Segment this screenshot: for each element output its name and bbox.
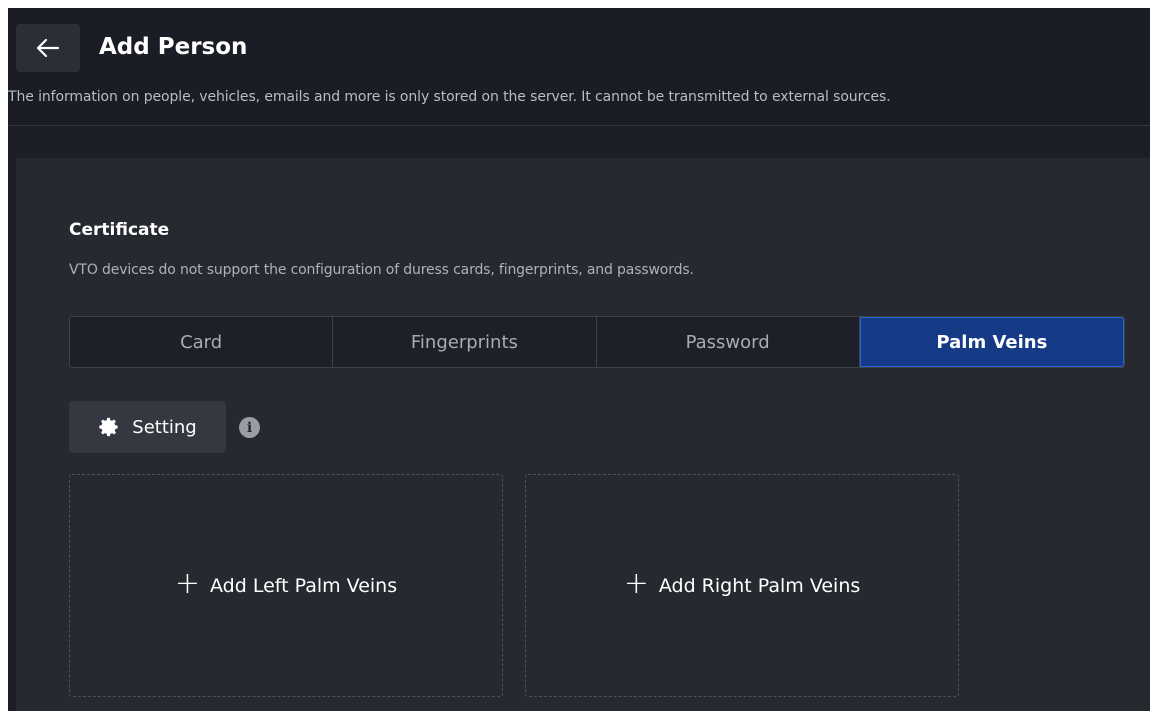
page-title: Add Person: [99, 34, 248, 60]
add-right-palm-veins-button[interactable]: + Add Right Palm Veins: [525, 474, 959, 697]
add-left-palm-veins-button[interactable]: + Add Left Palm Veins: [69, 474, 503, 697]
section-note: VTO devices do not support the configura…: [69, 262, 694, 278]
add-left-palm-veins-label: Add Left Palm Veins: [210, 574, 398, 597]
tab-card[interactable]: Card: [70, 317, 334, 367]
page-header: Add Person The information on people, ve…: [8, 8, 1150, 126]
plus-icon: +: [174, 566, 200, 601]
plus-icon: +: [623, 566, 649, 601]
gear-icon: [99, 417, 118, 437]
tab-fingerprints[interactable]: Fingerprints: [333, 317, 597, 367]
tab-password[interactable]: Password: [597, 317, 860, 367]
arrow-left-icon: [36, 38, 60, 58]
add-right-palm-veins-label: Add Right Palm Veins: [658, 574, 861, 597]
back-button[interactable]: [16, 24, 80, 72]
certificate-panel: Certificate VTO devices do not support t…: [16, 158, 1150, 711]
tab-palm-veins[interactable]: Palm Veins: [859, 317, 1124, 367]
setting-button[interactable]: Setting: [69, 401, 226, 453]
privacy-notice: The information on people, vehicles, ema…: [8, 89, 891, 105]
certificate-tabs: Card Fingerprints Password Palm Veins: [69, 316, 1125, 368]
section-title: Certificate: [69, 220, 170, 240]
info-icon[interactable]: i: [239, 417, 260, 438]
app-window: Add Person The information on people, ve…: [8, 8, 1150, 711]
setting-label: Setting: [132, 416, 197, 438]
